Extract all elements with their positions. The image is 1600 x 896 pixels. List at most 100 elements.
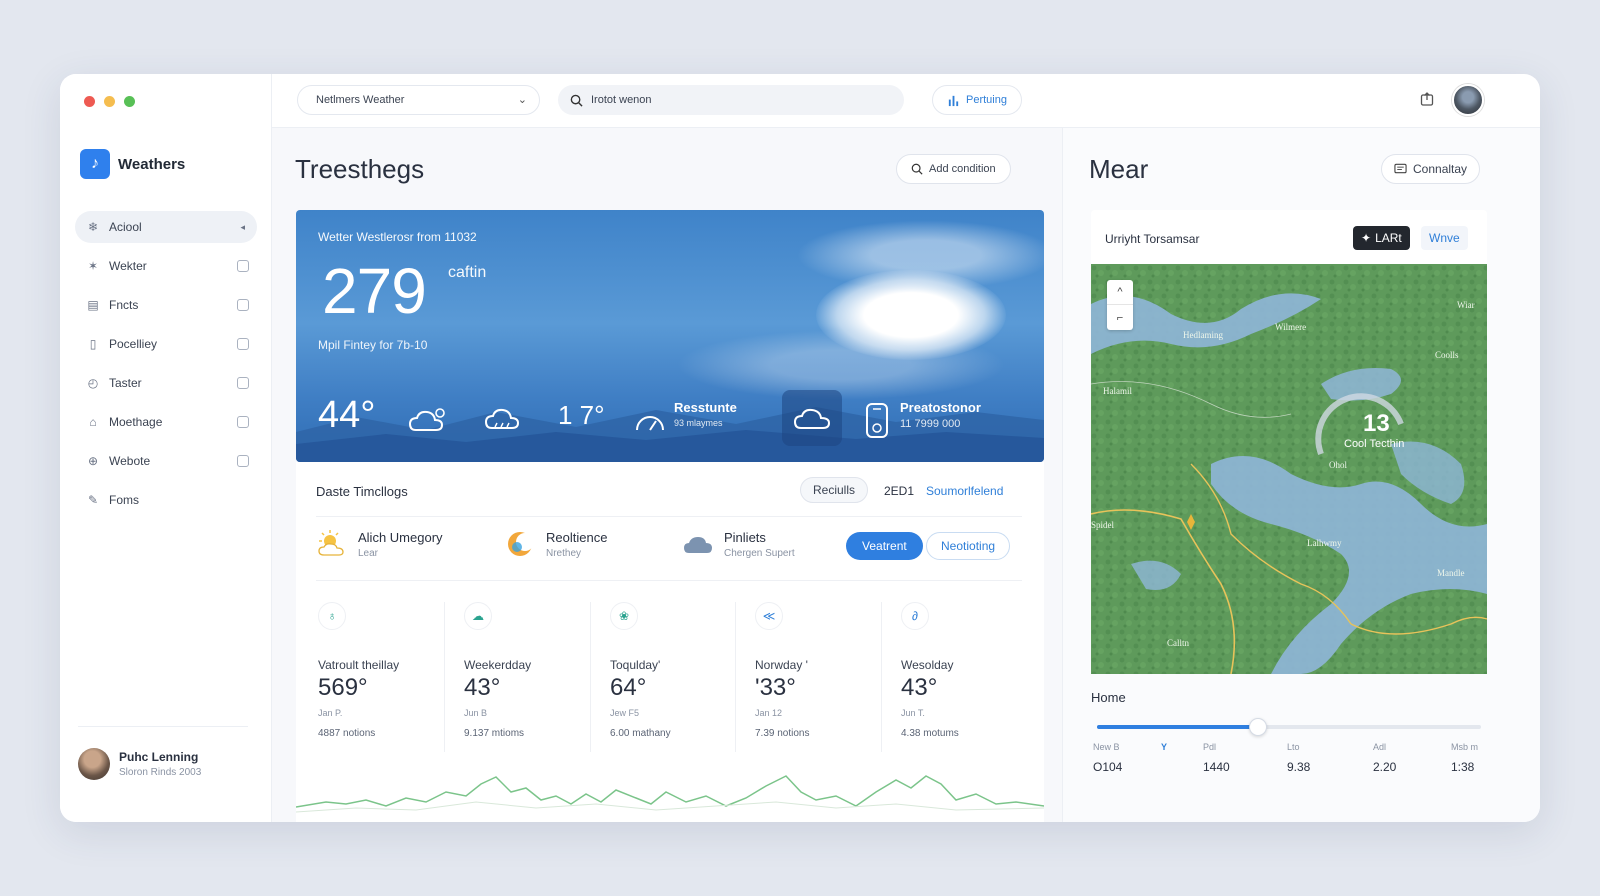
hero-cloud-image — [816, 270, 1006, 360]
crescent-icon — [504, 528, 536, 560]
day-subtitle: 4887 notions — [318, 728, 376, 739]
day-subtitle: 4.38 motums — [901, 728, 959, 739]
condition-item[interactable]: Pinliets Chergen Supert — [682, 528, 795, 560]
zoom-out-button[interactable]: ⌐ — [1107, 305, 1133, 330]
pertuing-button-label: Pertuing — [966, 94, 1007, 106]
sidebar-item-checkbox[interactable] — [237, 260, 249, 272]
hero-temperature: 279 — [322, 254, 427, 328]
minimize-window-button[interactable] — [104, 96, 115, 107]
close-window-button[interactable] — [84, 96, 95, 107]
add-condition-label: Add condition — [929, 163, 996, 175]
panel-title: Mear — [1089, 154, 1149, 184]
day-date: Jew F5 — [610, 708, 640, 718]
zoom-in-button[interactable]: ^ — [1107, 280, 1133, 305]
sidebar-item-label: Webote — [109, 454, 151, 468]
forecast-day[interactable]: ♁ Vatroult theillay 569° Jan P. 4887 not… — [316, 602, 462, 752]
location-select[interactable]: Netlmers Weather ⌄ — [297, 85, 540, 115]
caret-left-icon[interactable]: ◂ — [240, 222, 245, 233]
cloud-icon — [682, 528, 714, 560]
map-link[interactable]: Wnve — [1421, 226, 1468, 250]
location-select-value: Netlmers Weather — [316, 94, 405, 106]
map-place: Hedlaming — [1183, 330, 1223, 340]
hero-metrics-row: 44° 1 7° Resstunte 93 mlaymes Preatoston… — [296, 390, 1044, 452]
globe-icon: ⊕ — [87, 454, 99, 468]
cloud-tile[interactable] — [782, 390, 842, 446]
map-place: Wiar — [1457, 300, 1475, 310]
day-date: Jun B — [464, 708, 488, 718]
sidebar-item-checkbox[interactable] — [237, 455, 249, 467]
stat-label: Pdl — [1203, 742, 1217, 752]
sidebar-item-checkbox[interactable] — [237, 299, 249, 311]
profile-name: Puhc Lenning — [119, 750, 199, 764]
sidebar-item-pocelliey[interactable]: ▯ Pocelliey — [75, 328, 257, 360]
day-temperature: '33° — [755, 674, 796, 701]
cloud-rain-icon — [484, 408, 520, 429]
primary-button[interactable]: Veatrent — [846, 532, 923, 560]
map-badge[interactable]: ✦ LARt — [1353, 226, 1410, 250]
day-divider — [590, 602, 591, 752]
condition-title: Pinliets — [724, 529, 766, 545]
condition-item[interactable]: Alich Umegory Lear — [316, 528, 443, 560]
sun-cloud-icon — [316, 528, 348, 560]
forecast-days: ♁ Vatroult theillay 569° Jan P. 4887 not… — [316, 602, 1022, 752]
condition-subtitle: Chergen Supert — [724, 547, 795, 559]
map-view[interactable]: ^ ⌐ 13 Cool Tecthin Hedlaming Wilmere Ha… — [1091, 264, 1487, 674]
sidebar-divider — [78, 726, 248, 727]
pertuing-button[interactable]: Pertuing — [932, 85, 1022, 115]
sidebar-item-moethage[interactable]: ⌂ Moethage — [75, 406, 257, 438]
stat-value: O104 — [1093, 760, 1123, 774]
stat-item[interactable]: Y — [1161, 742, 1167, 752]
day-temperature: 64° — [610, 674, 647, 701]
sidebar-item-taster[interactable]: ◴ Taster — [75, 367, 257, 399]
sidebar-item-label: Taster — [109, 376, 142, 390]
timelogs-title: Daste Timcllogs — [316, 484, 408, 499]
stat-label: Y — [1161, 742, 1168, 752]
pressure-metric: Resstunte 93 mlaymes — [674, 400, 737, 428]
home-slider[interactable] — [1097, 718, 1481, 736]
map-badge-label: LARt — [1375, 231, 1402, 245]
brand-name: Weathers — [118, 155, 186, 173]
gauge-icon — [636, 416, 664, 431]
day-name: Vatroult theillay — [318, 658, 400, 672]
sidebar-item-checkbox[interactable] — [237, 338, 249, 350]
day-subtitle: 9.137 mtioms — [464, 728, 525, 739]
sidebar-item-foms[interactable]: ✎ Foms — [75, 484, 257, 516]
cloud-small-icon: ☁ — [464, 602, 492, 630]
forecast-day[interactable]: ≪ Norwday ' '33° Jan 12 7.39 notions — [753, 602, 899, 752]
map-card: Urriyht Torsamsar ✦ LARt Wnve ^ ⌐ 13 Coo… — [1091, 210, 1487, 674]
sidebar-item-label: Wekter — [109, 259, 147, 273]
results-chip[interactable]: Reciulls — [800, 477, 869, 503]
connaltay-button[interactable]: Connaltay — [1381, 154, 1481, 184]
forecast-day[interactable]: ☁ Weekerdday 43° Jun B 9.137 mtioms — [462, 602, 608, 752]
user-profile[interactable]: Puhc Lenning Sloron Rinds 2003 — [78, 748, 201, 780]
share-icon[interactable] — [1419, 91, 1437, 109]
sidebar-item-wekter[interactable]: ✶ Wekter — [75, 250, 257, 282]
current-temperature: 44° — [318, 394, 376, 436]
slider-handle[interactable] — [1249, 718, 1268, 736]
map-place: Ohol — [1329, 460, 1347, 470]
cloud-icon — [793, 408, 831, 429]
forecast-day[interactable]: ∂ Wesolday 43° Jun T. 4.38 motums — [899, 602, 1045, 752]
maximize-window-button[interactable] — [124, 96, 135, 107]
sidebar-item-aciool[interactable]: ❄ Aciool ◂ — [75, 211, 257, 243]
search-input[interactable]: Irotot wenon — [558, 85, 904, 115]
bird-icon: ✦ — [1361, 231, 1372, 245]
timelogs-link[interactable]: Soumorlfelend — [926, 484, 1003, 498]
sidebar-item-checkbox[interactable] — [237, 377, 249, 389]
add-condition-button[interactable]: Add condition — [896, 154, 1011, 184]
sidebar-item-webote[interactable]: ⊕ Webote — [75, 445, 257, 477]
document-icon: ▯ — [89, 337, 97, 351]
condition-item[interactable]: Reoltience Nrethey — [504, 528, 607, 560]
forecast-day[interactable]: ❀ Toqulday' 64° Jew F5 6.00 mathany — [608, 602, 754, 752]
bar-chart-icon — [948, 95, 959, 106]
user-avatar[interactable] — [1452, 84, 1484, 116]
pressure-subtitle: 93 mlaymes — [674, 418, 723, 428]
profile-subtitle: Sloron Rinds 2003 — [119, 767, 202, 778]
brand[interactable]: ♪ Weathers — [80, 149, 185, 179]
stat-item: Adl 2.20 — [1373, 742, 1396, 774]
outline-button[interactable]: Neotioting — [926, 532, 1011, 560]
sidebar-item-checkbox[interactable] — [237, 416, 249, 428]
chevron-down-icon: ⌄ — [517, 94, 527, 106]
sidebar-item-label: Pocelliey — [109, 337, 158, 351]
sidebar-item-fncts[interactable]: ▤ Fncts — [75, 289, 257, 321]
